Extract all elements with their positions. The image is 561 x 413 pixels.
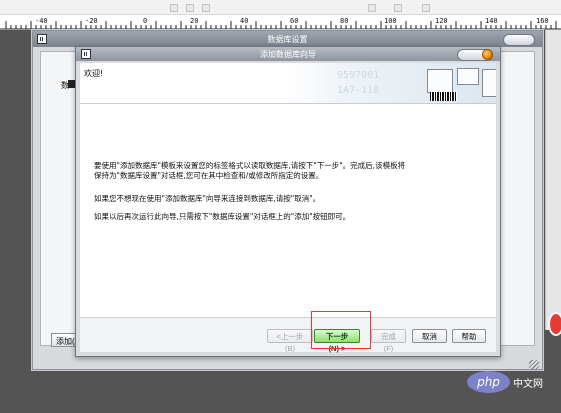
ruler-label: 0 <box>143 17 148 25</box>
database-header-art: 9597001 1A7-118 <box>285 63 496 103</box>
ruler-label: 80 <box>340 17 349 25</box>
toolbar-icon[interactable] <box>368 4 376 12</box>
top-toolbar <box>0 0 561 15</box>
cancel-button[interactable]: 取消 <box>412 329 447 343</box>
help-button[interactable]: 帮助 <box>452 329 486 343</box>
instruction-line: 如果您不想现在使用"添加数据库"向导来连接到数据库,请按"取消"。 <box>94 194 321 203</box>
ruler-label: -20 <box>85 17 98 25</box>
toolbar-icon[interactable] <box>394 4 402 12</box>
ruler-label: 40 <box>240 17 249 25</box>
wizard-header: 欢迎! 9597001 1A7-118 <box>80 63 496 104</box>
toolbar-icon[interactable] <box>202 4 210 12</box>
instruction-line: 保持为"数据库设置"对话框,您可在其中检查和/或修改所指定的设置。 <box>94 171 324 180</box>
ruler-label: 20 <box>190 17 199 25</box>
toolbar-icon[interactable] <box>422 4 430 12</box>
welcome-heading: 欢迎! <box>84 69 104 78</box>
ruler-label: 100 <box>384 17 397 25</box>
toolbar-icon[interactable] <box>186 4 194 12</box>
next-button-highlight <box>311 311 371 349</box>
wizard-titlebar: 添加数据库向导 <box>76 47 500 61</box>
horizontal-ruler: -40 -20 0 20 40 60 80 100 120 140 160 <box>0 15 561 31</box>
instruction-line: 要使用"添加数据库"模板来设置您的标签格式以读取数据库,请按下"下一步"。完成后… <box>94 161 406 170</box>
vertical-scrollbar[interactable] <box>545 30 561 330</box>
php-logo-text: php <box>477 375 500 389</box>
ruler-label: 60 <box>290 17 299 25</box>
resize-grip-icon[interactable] <box>529 360 539 370</box>
floating-tab-icon[interactable] <box>548 312 561 336</box>
application-screen: -40 -20 0 20 40 60 80 100 120 140 160 数据… <box>0 0 561 413</box>
close-icon[interactable] <box>482 49 493 60</box>
database-settings-title: 数据库设置 <box>267 35 308 44</box>
ruler-label: 160 <box>536 17 549 25</box>
database-settings-titlebar: 数据库设置 <box>33 31 542 47</box>
instruction-line: 如果以后再次运行此向导,只需按下"数据库设置"对话框上的"添加"按钮即可。 <box>94 212 351 221</box>
ruler-label: 140 <box>485 17 498 25</box>
header-watermark-line: 9597001 <box>337 70 380 81</box>
barcode-icon <box>430 92 457 101</box>
finish-button[interactable]: 完成(F) <box>371 329 406 353</box>
php-logo: php <box>467 371 510 393</box>
header-watermark-line: 1A7-118 <box>337 85 380 96</box>
ruler-label: -40 <box>35 17 48 25</box>
toolbar-icon[interactable] <box>170 4 178 12</box>
label-document-icon <box>427 69 453 93</box>
database-server-icon <box>457 68 479 85</box>
window-control-button[interactable] <box>503 34 535 46</box>
header-watermark: 9597001 1A7-118 <box>337 68 379 98</box>
wizard-title: 添加数据库向导 <box>260 50 316 59</box>
records-icon <box>482 69 496 97</box>
add-database-wizard: 添加数据库向导 欢迎! 9597001 1A7-118 要使用"添加数据库"模板… <box>75 46 501 357</box>
site-label: 中文网 <box>513 379 543 390</box>
back-button[interactable]: <上一步(B) <box>267 329 313 353</box>
ruler-label: 120 <box>435 17 448 25</box>
wizard-body: 要使用"添加数据库"模板来设置您的标签格式以读取数据库,请按下"下一步"。完成后… <box>80 104 496 318</box>
